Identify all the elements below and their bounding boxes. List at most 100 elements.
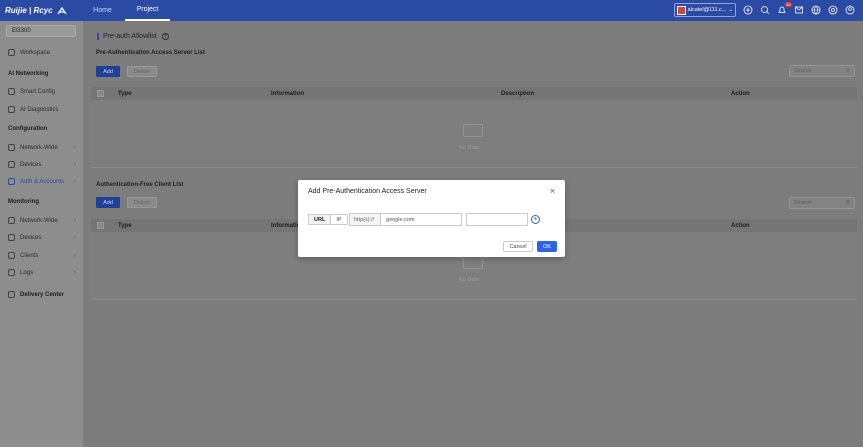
- sidebar-item-label: Smart Config: [20, 88, 56, 95]
- chevron-right-icon: ›: [74, 161, 76, 168]
- search-icon: ⚲: [845, 68, 850, 74]
- select-all-checkbox[interactable]: [97, 222, 104, 229]
- table-header: Type Information Description Action: [91, 87, 857, 100]
- sidebar-item-network-wide-monitor[interactable]: Network-Wide ›: [8, 217, 76, 224]
- add-server-button[interactable]: Add: [96, 66, 120, 77]
- type-url-option[interactable]: URL: [308, 214, 332, 225]
- help-icon[interactable]: ?: [161, 33, 169, 40]
- sidebar-item-devices-monitor[interactable]: Devices ›: [8, 234, 76, 241]
- empty-box-icon: [463, 256, 483, 269]
- url-input[interactable]: google.com: [381, 213, 462, 226]
- empty-box-icon: [463, 124, 483, 137]
- message-icon[interactable]: [794, 5, 804, 15]
- sidebar-item-label: Network-Wide: [20, 217, 58, 224]
- top-nav: Home Project: [80, 0, 170, 21]
- close-icon[interactable]: ×: [548, 187, 557, 196]
- url-protocol-prefix: http(s)://: [349, 213, 381, 226]
- column-action: Action: [731, 222, 750, 229]
- add-row-icon[interactable]: +: [531, 215, 540, 224]
- account-selector[interactable]: alcatel@111.c... ⌄: [674, 3, 736, 17]
- chevron-right-icon: ›: [74, 178, 76, 185]
- chevron-down-icon: ⌄: [728, 7, 733, 13]
- page-title: Pre-auth Allowlist ?: [97, 33, 169, 40]
- chevron-right-icon: ›: [74, 144, 76, 151]
- search-icon: ⚲: [845, 200, 850, 206]
- nav-home[interactable]: Home: [80, 0, 125, 21]
- settings-icon[interactable]: [828, 5, 838, 15]
- chevron-right-icon: ›: [74, 234, 76, 241]
- sidebar-item-devices[interactable]: Devices ›: [8, 161, 76, 168]
- page-title-text: Pre-auth Allowlist: [103, 33, 157, 40]
- type-ip-option[interactable]: IP: [331, 214, 348, 225]
- avatar: [677, 5, 686, 15]
- diagnostics-icon: [8, 106, 15, 113]
- bell-icon[interactable]: 10: [777, 2, 792, 15]
- sidebar-item-label: Devices: [20, 234, 42, 241]
- delete-server-button[interactable]: Delete: [127, 66, 157, 77]
- add-icon[interactable]: [743, 5, 753, 15]
- sidebar-item-delivery-center[interactable]: Delivery Center: [8, 291, 76, 298]
- ok-button[interactable]: OK: [537, 241, 557, 252]
- chevron-right-icon: ›: [74, 217, 76, 224]
- add-client-button[interactable]: Add: [96, 197, 120, 208]
- sidebar-item-ai-diagnostics[interactable]: AI Diagnostics: [8, 106, 76, 113]
- search-placeholder: Search: [794, 68, 812, 74]
- clients-icon: [8, 252, 15, 259]
- search-icon[interactable]: [760, 5, 770, 15]
- description-input[interactable]: [466, 213, 528, 226]
- select-all-checkbox[interactable]: [97, 90, 104, 97]
- devices-icon: [8, 234, 15, 241]
- section-title-access-server: Pre-Authentication Access Server List: [96, 50, 205, 56]
- workspace-icon: [8, 49, 15, 56]
- sidebar-item-clients[interactable]: Clients ›: [8, 252, 76, 259]
- section-monitoring: Monitoring: [8, 199, 39, 205]
- sidebar-item-label: Devices: [20, 161, 42, 168]
- sidebar-item-label: Logs: [20, 269, 34, 276]
- section-ai-networking: AI Networking: [8, 71, 49, 77]
- search-input-servers[interactable]: Search ⚲: [789, 65, 855, 77]
- chevron-right-icon: ›: [74, 252, 76, 259]
- top-navigation-bar: Ruijie | Rcyc Home Project alcatel@111.c…: [0, 0, 863, 21]
- sidebar-item-label: Clients: [20, 252, 39, 259]
- smart-config-icon: [8, 88, 15, 95]
- section-title-auth-free-client: Authentication-Free Client List: [96, 182, 184, 188]
- nav-project[interactable]: Project: [125, 0, 170, 21]
- search-input-clients[interactable]: Search ⚲: [789, 197, 855, 209]
- column-type: Type: [118, 222, 132, 229]
- delivery-icon: [8, 291, 15, 298]
- empty-text: No Data: [459, 145, 480, 151]
- sidebar-item-smart-config[interactable]: Smart Config: [8, 88, 76, 95]
- devices-icon: [8, 161, 15, 168]
- logo-mark-icon: [57, 6, 67, 14]
- table-body-empty: No Data: [91, 100, 857, 168]
- search-placeholder: Search: [794, 200, 812, 206]
- sidebar-item-workspace[interactable]: Workspace: [8, 49, 76, 56]
- notification-badge: 10: [784, 2, 792, 7]
- dialog-title: Add Pre-Authentication Access Server: [308, 188, 427, 195]
- account-label: alcatel@111.c...: [687, 7, 727, 13]
- user-icon[interactable]: [845, 5, 855, 15]
- sidebar-item-label: Workspace: [20, 49, 50, 56]
- column-description: Description: [501, 90, 535, 97]
- sidebar-item-network-wide[interactable]: Network-Wide ›: [8, 144, 76, 151]
- section-configuration: Configuration: [8, 126, 48, 132]
- sidebar-item-auth-accounts[interactable]: Auth & Accounts ›: [8, 178, 76, 185]
- sidebar-item-label: Network-Wide: [20, 144, 58, 151]
- shield-icon: [8, 178, 15, 185]
- logs-icon: [8, 269, 15, 276]
- globe-icon[interactable]: [811, 5, 821, 15]
- type-toggle: URL IP: [308, 214, 348, 225]
- column-action: Action: [731, 90, 750, 97]
- cancel-button[interactable]: Cancel: [503, 241, 533, 252]
- chevron-right-icon: ›: [74, 269, 76, 276]
- logo-text: Ruijie | Rcyc: [5, 6, 53, 15]
- sidebar-item-logs[interactable]: Logs ›: [8, 269, 76, 276]
- sidebar-item-label: Auth & Accounts: [20, 178, 65, 185]
- logo[interactable]: Ruijie | Rcyc: [5, 6, 80, 16]
- sidebar-item-label: AI Diagnostics: [20, 106, 59, 113]
- delete-client-button[interactable]: Delete: [127, 197, 157, 208]
- sidebar: EG300 Workspace AI Networking Smart Conf…: [0, 21, 84, 447]
- server-table: Type Information Description Action No D…: [91, 87, 857, 168]
- site-selector[interactable]: EG300: [6, 25, 76, 37]
- top-right-toolbar: alcatel@111.c... ⌄ 10: [674, 2, 855, 17]
